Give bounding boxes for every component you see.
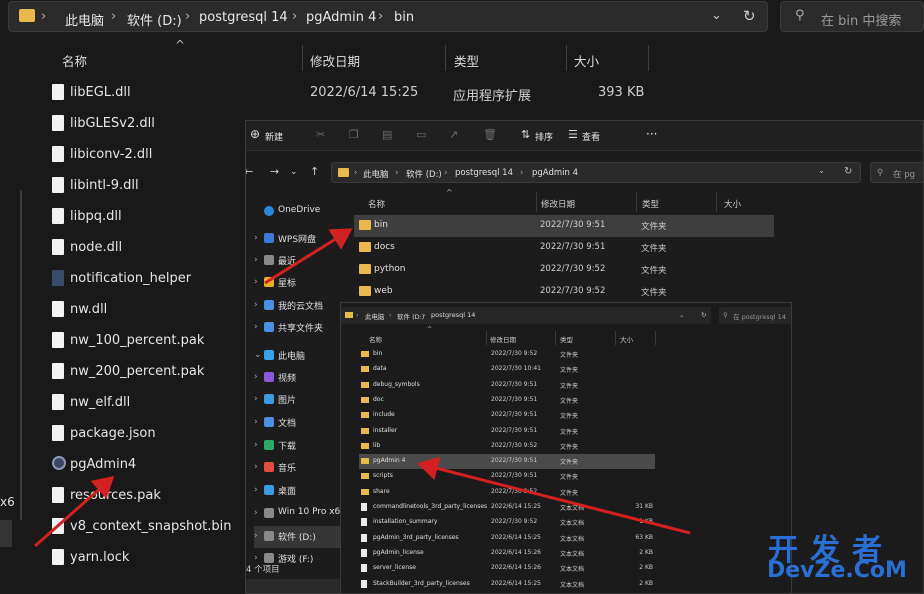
arrow-to-bin-folder — [264, 228, 353, 285]
annotation-arrows — [34, 228, 691, 548]
arrow-to-pgadmin4 — [34, 476, 115, 548]
watermark-site: DevZe.CoM — [767, 558, 907, 583]
watermark-logo: 开发者 DevZe.CoM — [765, 525, 920, 587]
arrow-to-pgadmin-folder — [417, 456, 691, 535]
